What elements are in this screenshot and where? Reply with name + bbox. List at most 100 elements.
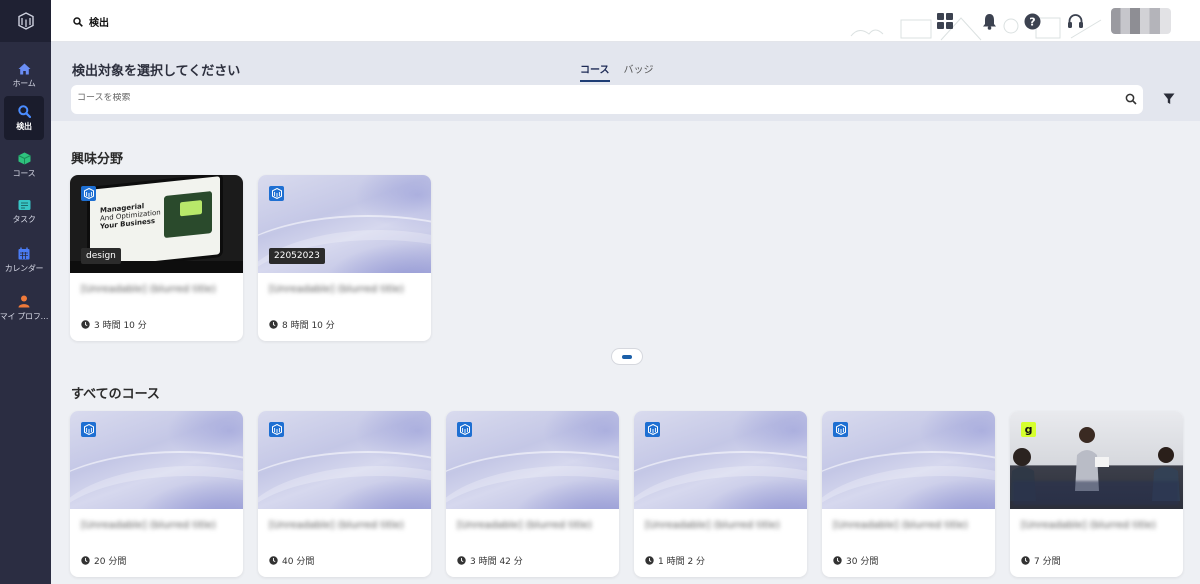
course-card[interactable]: [Unreadable] (blurred title) 30 分間 [822, 411, 995, 577]
sidebar-item-profile[interactable]: マイ プロフ… [0, 286, 49, 330]
course-title: [Unreadable] (blurred title) [1021, 520, 1156, 531]
filter-icon [1163, 93, 1175, 104]
cube-logo-icon [459, 424, 470, 435]
filter-button[interactable] [1163, 90, 1175, 109]
svg-text:?: ? [1029, 15, 1035, 28]
course-card[interactable]: [Unreadable] (blurred title) 1 時間 2 分 [634, 411, 807, 577]
sidebar-item-label: 検出 [16, 121, 32, 131]
cube-logo-icon [83, 188, 94, 199]
sidebar-item-tasks[interactable]: タスク [4, 190, 44, 234]
course-card[interactable]: [Unreadable] (blurred title) 3 時間 42 分 [446, 411, 619, 577]
course-card[interactable]: [Unreadable] (blurred title) 20 分間 [70, 411, 243, 577]
sidebar-item-calendar[interactable]: カレンダー [4, 238, 44, 282]
clock-icon [81, 556, 90, 565]
sidebar-item-home[interactable]: ホーム [4, 54, 44, 98]
duration-text: 3 時間 10 分 [94, 321, 147, 331]
search-icon [17, 104, 31, 118]
search-icon[interactable] [1125, 93, 1137, 105]
sidebar-item-label: カレンダー [4, 263, 44, 273]
cube-logo-icon [835, 424, 846, 435]
carousel-pager[interactable] [612, 349, 642, 364]
mockup-block [180, 200, 202, 217]
provider-badge [645, 422, 660, 437]
course-duration: 3 時間 10 分 [81, 318, 147, 331]
provider-badge [81, 422, 96, 437]
home-icon [18, 63, 30, 75]
course-card[interactable]: [Unreadable] (blurred title) 40 分間 [258, 411, 431, 577]
clock-icon [457, 556, 466, 565]
clock-icon [269, 556, 278, 565]
top-bar: 検出 ? [51, 0, 1200, 42]
clock-icon [81, 320, 90, 329]
duration-text: 40 分間 [282, 557, 315, 567]
provider-badge [833, 422, 848, 437]
sidebar-item-label: タスク [12, 215, 36, 224]
sidebar: ホーム 検出 コース タスク カレンダー マイ プロフ… [0, 0, 51, 584]
duration-text: 7 分間 [1034, 557, 1061, 567]
photo-caption [1013, 481, 1179, 505]
provider-badge [269, 422, 284, 437]
duration-text: 8 時間 10 分 [282, 321, 335, 331]
course-title: [Unreadable] (blurred title) [81, 520, 216, 531]
course-title: [Unreadable] (blurred title) [81, 284, 216, 295]
support-button[interactable] [1064, 10, 1086, 32]
course-duration: 1 時間 2 分 [645, 554, 705, 567]
logo-icon [17, 12, 34, 30]
cube-logo-icon [271, 424, 282, 435]
course-search-input[interactable] [77, 93, 1077, 103]
course-title: [Unreadable] (blurred title) [457, 520, 592, 531]
duration-text: 3 時間 42 分 [470, 557, 523, 567]
breadcrumb: 検出 [73, 14, 109, 29]
mockup-text: Managerial And Optimization Your Busines… [100, 200, 161, 231]
discover-tabs: コース バッジ [580, 61, 654, 82]
duration-text: 20 分間 [94, 557, 127, 567]
course-title: [Unreadable] (blurred title) [269, 284, 404, 295]
course-tag: design [81, 248, 121, 264]
headset-icon [1067, 13, 1083, 28]
course-duration: 3 時間 42 分 [457, 554, 523, 567]
course-title: [Unreadable] (blurred title) [833, 520, 968, 531]
section-title-all-courses: すべてのコース [71, 387, 160, 402]
duration-text: 1 時間 2 分 [658, 557, 706, 567]
apps-grid-button[interactable] [934, 10, 956, 32]
course-card[interactable]: g [Unreadable] (blurred title) 7 分間 [1010, 411, 1183, 577]
search-panel: 検出対象を選択してください コース バッジ [51, 42, 1200, 121]
task-icon [18, 200, 30, 210]
tab-badges[interactable]: バッジ [624, 61, 654, 82]
course-duration: 20 分間 [81, 554, 126, 567]
grid-icon [937, 13, 953, 29]
user-avatar[interactable] [1111, 8, 1171, 34]
course-duration: 40 分間 [269, 554, 314, 567]
tab-courses[interactable]: コース [580, 61, 610, 82]
breadcrumb-label: 検出 [89, 18, 109, 29]
notifications-button[interactable] [978, 10, 1000, 32]
clock-icon [645, 556, 654, 565]
search-icon [73, 16, 83, 27]
sidebar-item-label: マイ プロフ… [0, 311, 49, 321]
provider-badge [457, 422, 472, 437]
panel-title: 検出対象を選択してください [72, 64, 241, 79]
app-logo[interactable] [0, 0, 51, 42]
bell-icon [982, 13, 996, 30]
question-icon: ? [1024, 13, 1040, 29]
clock-icon [269, 320, 278, 329]
sidebar-item-label: コース [12, 168, 36, 178]
sidebar-item-label: ホーム [12, 79, 36, 88]
cube-logo-icon [271, 188, 282, 199]
course-duration: 7 分間 [1021, 554, 1061, 567]
provider-badge [81, 186, 96, 201]
course-tag: 22052023 [269, 248, 325, 264]
pager-dot-active[interactable] [622, 354, 632, 359]
cube-icon [17, 152, 31, 164]
user-icon [18, 295, 30, 307]
sidebar-item-courses[interactable]: コース [4, 143, 44, 187]
help-button[interactable]: ? [1021, 10, 1043, 32]
clock-icon [833, 556, 842, 565]
cube-logo-icon [647, 424, 658, 435]
sidebar-item-discover[interactable]: 検出 [4, 96, 44, 140]
clock-icon [1021, 556, 1030, 565]
course-card[interactable]: Managerial And Optimization Your Busines… [70, 175, 243, 341]
section-title-interests: 興味分野 [71, 152, 124, 167]
course-search-box [71, 85, 1143, 114]
course-card[interactable]: 22052023 [Unreadable] (blurred title) 8 … [258, 175, 431, 341]
